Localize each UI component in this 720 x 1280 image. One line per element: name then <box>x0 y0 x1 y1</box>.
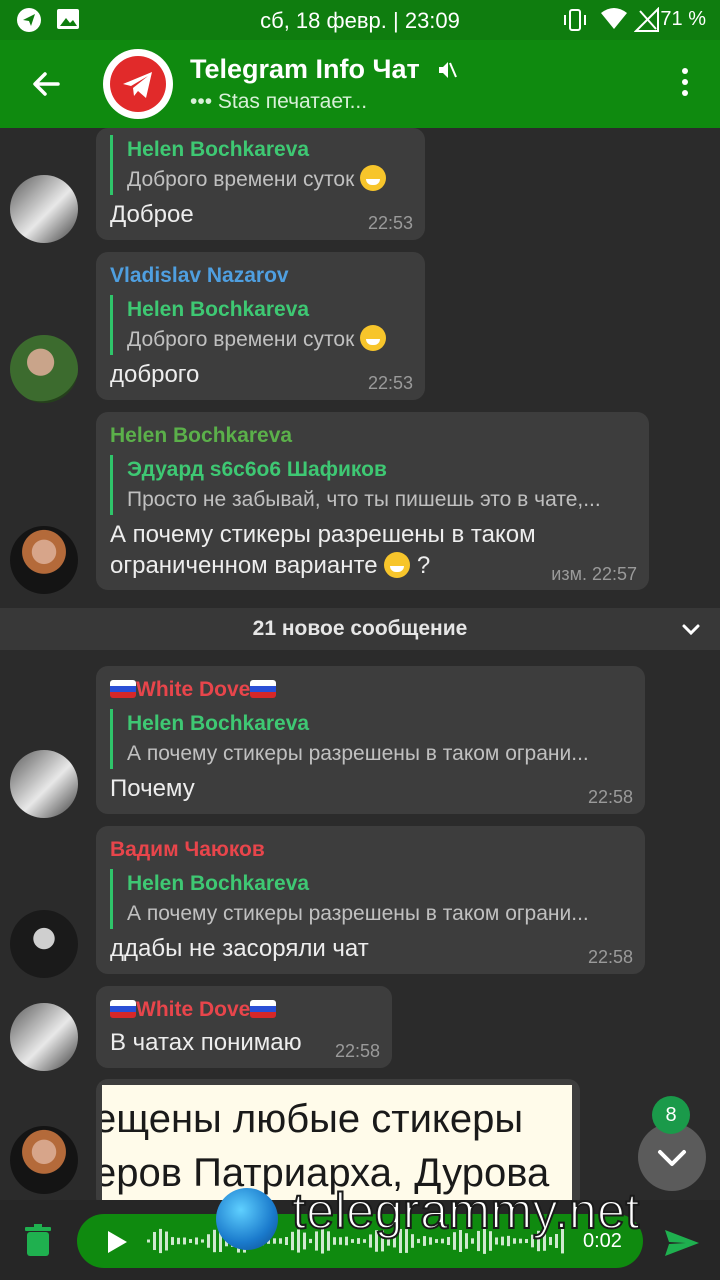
waveform-bar <box>165 1231 168 1251</box>
message-feed[interactable]: Helen Bochkareva Доброго времени суток Д… <box>0 128 720 1200</box>
message-bubble[interactable]: Helen Bochkareva Эдуард s6c6o6 Шафиков П… <box>96 412 649 590</box>
flag-russia-icon <box>110 680 136 698</box>
reply-quote[interactable]: Helen Bochkareva А почему стикеры разреш… <box>110 869 633 929</box>
more-vert-icon[interactable] <box>680 68 690 100</box>
sender-name[interactable]: Vladislav Nazarov <box>110 264 289 288</box>
chat-header: Telegram Info Чат ••• Stas печатает... <box>0 40 720 128</box>
message-text: ддабы не засоряли чат <box>110 935 369 962</box>
watermark-text: telegrammy.net <box>291 1182 640 1240</box>
reply-text: Доброго времени суток <box>127 165 413 195</box>
reply-text: А почему стикеры разрешены в таком огран… <box>127 902 589 925</box>
message-bubble[interactable]: Helen Bochkareva Доброго времени суток Д… <box>96 128 425 240</box>
waveform-bar <box>207 1234 210 1248</box>
waveform-bar <box>183 1237 186 1245</box>
chat-avatar[interactable] <box>103 49 173 119</box>
reply-quote[interactable]: Helen Bochkareva Доброго времени суток <box>110 135 413 195</box>
avatar[interactable] <box>10 1126 78 1194</box>
vibrate-icon <box>564 9 586 31</box>
watermark: telegrammy.net <box>216 1182 716 1256</box>
message-time: изм. 22:57 <box>551 564 637 584</box>
image-text-line: ещены любые стикеры <box>102 1097 524 1141</box>
message-time: 22:53 <box>367 213 413 233</box>
sender-name[interactable]: Helen Bochkareva <box>110 424 292 448</box>
reply-quote[interactable]: Helen Bochkareva А почему стикеры разреш… <box>110 709 633 769</box>
reply-author: Helen Bochkareva <box>127 138 310 161</box>
message-time: 22:58 <box>587 787 633 807</box>
chat-title[interactable]: Telegram Info Чат <box>190 54 420 85</box>
wifi-icon <box>601 8 627 29</box>
grin-emoji-icon <box>360 165 387 191</box>
message-text: Доброе <box>110 201 194 228</box>
flag-russia-icon <box>250 1000 277 1018</box>
message-bubble[interactable]: White Dove Helen Bochkareva А почему сти… <box>96 666 645 814</box>
waveform-bar <box>147 1239 150 1243</box>
chevron-down-icon[interactable] <box>680 618 702 640</box>
message-time: 22:58 <box>334 1041 380 1061</box>
reply-quote[interactable]: Helen Bochkareva Доброго времени суток <box>110 295 413 355</box>
waveform-bar <box>201 1239 204 1243</box>
message-text: доброго <box>110 361 200 388</box>
flag-russia-icon <box>110 1000 136 1018</box>
status-bar: сб, 18 февр. | 23:09 71 % <box>0 0 720 40</box>
reply-author: Helen Bochkareva <box>127 298 310 321</box>
play-icon[interactable] <box>105 1229 129 1255</box>
reply-author: Helen Bochkareva <box>127 872 310 895</box>
grin-emoji-icon <box>360 325 387 351</box>
waveform-bar <box>159 1228 162 1254</box>
avatar[interactable] <box>10 526 78 594</box>
waveform-bar <box>171 1237 174 1245</box>
reply-author: Эдуард s6c6o6 Шафиков <box>127 458 387 481</box>
typing-status: ••• Stas печатает... <box>190 90 368 113</box>
sender-name[interactable]: White Dove <box>110 998 277 1022</box>
waveform-bar <box>177 1237 180 1245</box>
message-bubble[interactable]: Vladislav Nazarov Helen Bochkareva Добро… <box>96 252 425 400</box>
flag-russia-icon <box>250 680 277 698</box>
new-messages-divider: 21 новое сообщение <box>0 608 720 650</box>
reply-text: Просто не забывай, что ты пишешь это в ч… <box>127 488 601 511</box>
mute-icon <box>439 62 457 78</box>
message-text: Почему <box>110 775 195 802</box>
avatar[interactable] <box>10 1003 78 1071</box>
trash-icon[interactable] <box>24 1224 52 1256</box>
waveform-bar <box>153 1231 156 1251</box>
back-arrow-icon[interactable] <box>26 64 66 104</box>
message-bubble[interactable]: White Dove В чатах понимаю 22:58 <box>96 986 392 1068</box>
reply-author: Helen Bochkareva <box>127 712 310 735</box>
reply-text: А почему стикеры разрешены в таком огран… <box>127 742 589 765</box>
message-text: А почему стикеры разрешены в таком огран… <box>110 521 536 579</box>
grin-emoji-icon <box>384 552 411 578</box>
message-time: 22:53 <box>367 373 413 393</box>
telegram-logo-icon <box>123 72 152 98</box>
message-time: 22:58 <box>587 947 633 967</box>
avatar[interactable] <box>10 910 78 978</box>
reply-text: Доброго времени суток <box>127 325 413 355</box>
new-messages-label: 21 новое сообщение <box>252 617 468 640</box>
avatar[interactable] <box>10 175 78 243</box>
signal-icon <box>634 7 659 32</box>
globe-logo-icon <box>216 1188 278 1250</box>
unread-count-badge: 8 <box>652 1096 690 1134</box>
message-bubble[interactable]: Вадим Чаюков Helen Bochkareva А почему с… <box>96 826 645 974</box>
avatar[interactable] <box>10 335 78 403</box>
message-text: В чатах понимаю <box>110 1029 302 1056</box>
waveform-bar <box>195 1237 198 1245</box>
sender-name[interactable]: Вадим Чаюков <box>110 838 265 862</box>
sender-name[interactable]: White Dove <box>110 678 277 702</box>
waveform-bar <box>189 1239 192 1243</box>
battery-level: 71 % <box>660 8 706 30</box>
avatar[interactable] <box>10 750 78 818</box>
reply-quote[interactable]: Эдуард s6c6o6 Шафиков Просто не забывай,… <box>110 455 637 515</box>
